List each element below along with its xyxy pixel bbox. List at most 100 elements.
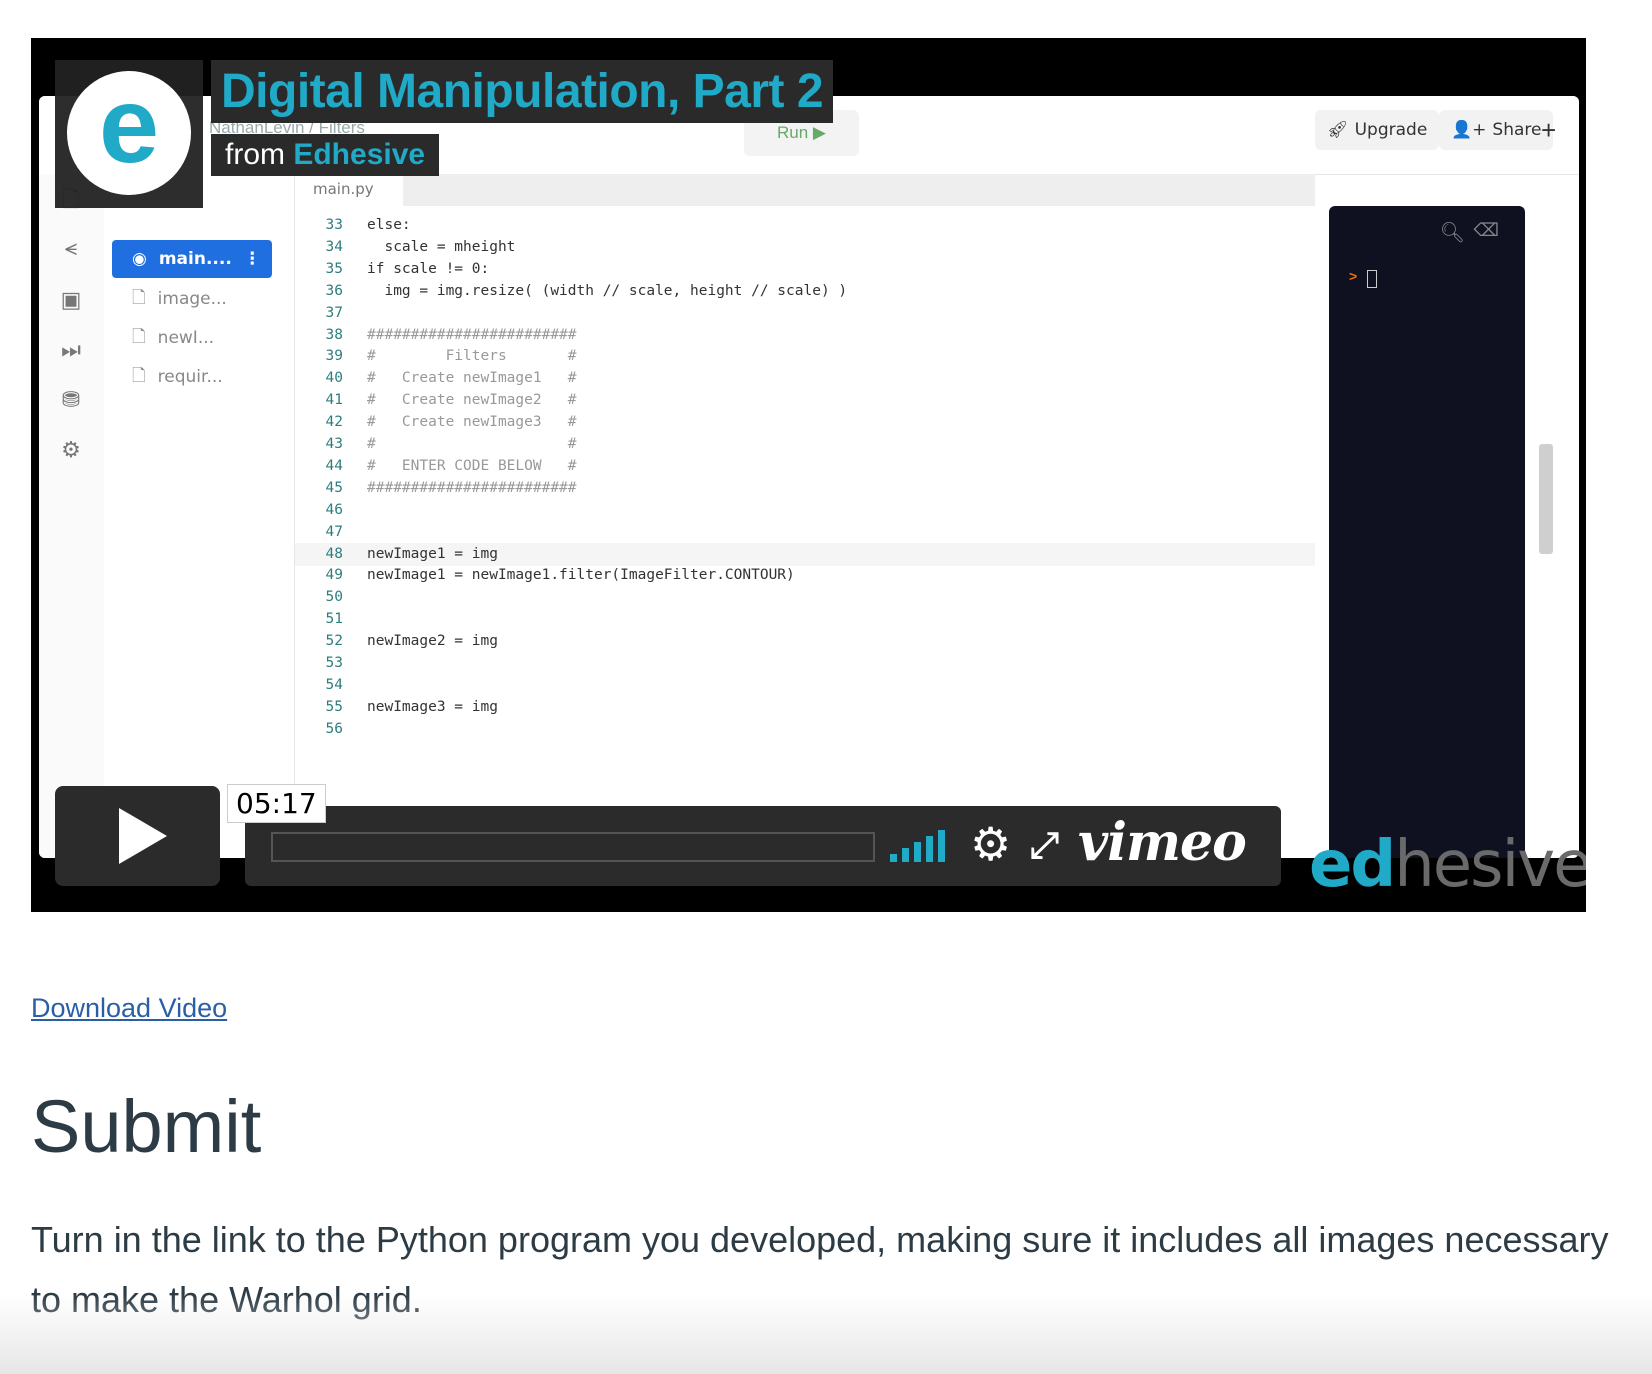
- play-icon: [118, 808, 167, 864]
- video-byline[interactable]: from Edhesive: [211, 134, 440, 176]
- code-line: 52 newImage2 = img: [295, 630, 1315, 653]
- code-line: 50: [295, 586, 1315, 609]
- ide-file-panel: ◉ main.... ⋮ 🗋 image... 🗋 newI... 🗋 requ…: [104, 174, 295, 858]
- line-number: 41: [325, 392, 343, 409]
- code-line: 46: [295, 499, 1315, 522]
- video-player[interactable]: NathanLevin / Filters Run ▶ 🚀︎ Upgrade 👤…: [31, 38, 1586, 912]
- line-number: 39: [325, 348, 343, 365]
- share-label: Share: [1492, 120, 1542, 140]
- file-icon: 🗋: [132, 326, 146, 347]
- ide-plus-button: +: [1541, 115, 1557, 145]
- file-icon: 🗋: [132, 287, 146, 308]
- debugger-icon: ⏭: [61, 337, 81, 362]
- upgrade-label: Upgrade: [1354, 120, 1428, 140]
- line-number: 46: [325, 501, 343, 518]
- download-video-link[interactable]: Download Video: [31, 993, 227, 1024]
- settings-gear-icon: ⚙: [61, 437, 81, 462]
- package-icon: ▣: [60, 287, 82, 312]
- line-number: 48: [325, 545, 343, 562]
- video-title[interactable]: Digital Manipulation, Part 2: [221, 65, 824, 118]
- fullscreen-icon[interactable]: ⤢: [1030, 822, 1059, 868]
- code-text: newImage1 = img: [367, 545, 498, 562]
- file-icon: 🗋: [132, 365, 146, 386]
- console-prompt: >: [1349, 268, 1358, 284]
- file-item: 🗋 requir...: [112, 358, 272, 396]
- code-text: if scale != 0:: [367, 260, 490, 277]
- code-text: newImage1 = newImage1.filter(ImageFilter…: [367, 567, 795, 584]
- watermark-ed: ed: [1309, 828, 1396, 902]
- code-text: newImage3 = img: [367, 698, 498, 715]
- time-tooltip: 05:17: [227, 784, 326, 823]
- line-number: 40: [325, 370, 343, 387]
- console-cursor: [1367, 270, 1377, 288]
- settings-icon[interactable]: ⚙: [970, 820, 1011, 868]
- ide-upgrade-button: 🚀︎ Upgrade: [1315, 110, 1440, 150]
- play-button[interactable]: [55, 786, 220, 886]
- code-line: 35 if scale != 0:: [295, 258, 1315, 281]
- line-number: 47: [325, 523, 343, 540]
- watermark-rest: hesive: [1394, 828, 1586, 902]
- volume-icon[interactable]: [890, 828, 945, 862]
- video-title-box[interactable]: Digital Manipulation, Part 2: [211, 60, 834, 123]
- code-line: 54: [295, 674, 1315, 697]
- progress-bar[interactable]: [271, 832, 875, 862]
- code-line: 38 ########################: [295, 324, 1315, 347]
- code-text: # Filters #: [367, 348, 577, 365]
- code-text: # Create newImage2 #: [367, 392, 577, 409]
- code-line: 56: [295, 718, 1315, 741]
- code-line: 53: [295, 652, 1315, 675]
- line-number: 55: [325, 698, 343, 715]
- line-number: 44: [325, 457, 343, 474]
- code-line: 51: [295, 608, 1315, 631]
- code-line: 34 scale = mheight: [295, 236, 1315, 259]
- edhesive-watermark: edhesive: [1309, 828, 1586, 902]
- line-number: 43: [325, 436, 343, 452]
- rocket-icon: 🚀︎: [1327, 120, 1349, 140]
- line-number: 45: [325, 479, 343, 496]
- clear-console-icon: ⌫: [1473, 220, 1499, 240]
- share-nodes-icon: ⪪: [64, 235, 78, 260]
- ide-activity-bar: 🗋 ⪪ ▣ ⏭ ⛃ ⚙: [39, 174, 105, 858]
- line-number: 49: [325, 567, 343, 584]
- line-number: 53: [325, 655, 343, 671]
- code-line: 39 # Filters #: [295, 345, 1315, 368]
- code-text: # ENTER CODE BELOW #: [367, 457, 577, 474]
- code-line: 43 # #: [295, 433, 1315, 456]
- video-frame-ide: NathanLevin / Filters Run ▶ 🚀︎ Upgrade 👤…: [39, 96, 1579, 858]
- code-line: 37: [295, 302, 1315, 325]
- line-number: 50: [325, 589, 343, 606]
- file-name: image...: [157, 289, 227, 309]
- video-controls-bar: ⚙ ⤢ vimeo: [245, 806, 1281, 886]
- file-item: 🗋 image...: [112, 280, 272, 318]
- kebab-menu-icon: ⋮: [243, 249, 261, 269]
- code-line: 40 # Create newImage1 #: [295, 367, 1315, 390]
- line-number: 51: [325, 611, 343, 628]
- file-name: main....: [158, 249, 232, 269]
- code-text: # Create newImage1 #: [367, 370, 577, 387]
- code-line: 36 img = img.resize( (width // scale, he…: [295, 280, 1315, 303]
- line-number: 54: [325, 676, 343, 693]
- code-text: ########################: [367, 479, 577, 496]
- file-item: 🗋 newI...: [112, 319, 272, 357]
- code-line: 33 else:: [295, 214, 1315, 237]
- code-text: # #: [367, 436, 577, 452]
- code-text: scale = mheight: [367, 238, 516, 255]
- edhesive-logo: e: [67, 71, 191, 195]
- add-user-icon: 👤+: [1451, 120, 1487, 140]
- code-text: newImage2 = img: [367, 633, 498, 650]
- code-line: 47: [295, 521, 1315, 544]
- database-icon: ⛃: [61, 387, 81, 412]
- section-title: Submit: [31, 1085, 262, 1168]
- code-text: ########################: [367, 326, 577, 343]
- line-number: 56: [325, 720, 343, 737]
- code-text: img = img.resize( (width // scale, heigh…: [367, 282, 848, 299]
- file-name: newI...: [157, 328, 215, 348]
- ide-share-button: 👤+ Share: [1439, 110, 1554, 150]
- ide-console: > 🔍︎ ⌫: [1329, 206, 1525, 858]
- editor-tab-main-py: main.py: [295, 174, 403, 206]
- line-number: 36: [325, 282, 343, 299]
- editor-tab-bar: main.py: [295, 174, 1315, 206]
- byline-prefix: from: [225, 138, 285, 171]
- vimeo-logo-link[interactable]: vimeo: [1078, 812, 1247, 873]
- byline-brand[interactable]: Edhesive: [293, 138, 425, 171]
